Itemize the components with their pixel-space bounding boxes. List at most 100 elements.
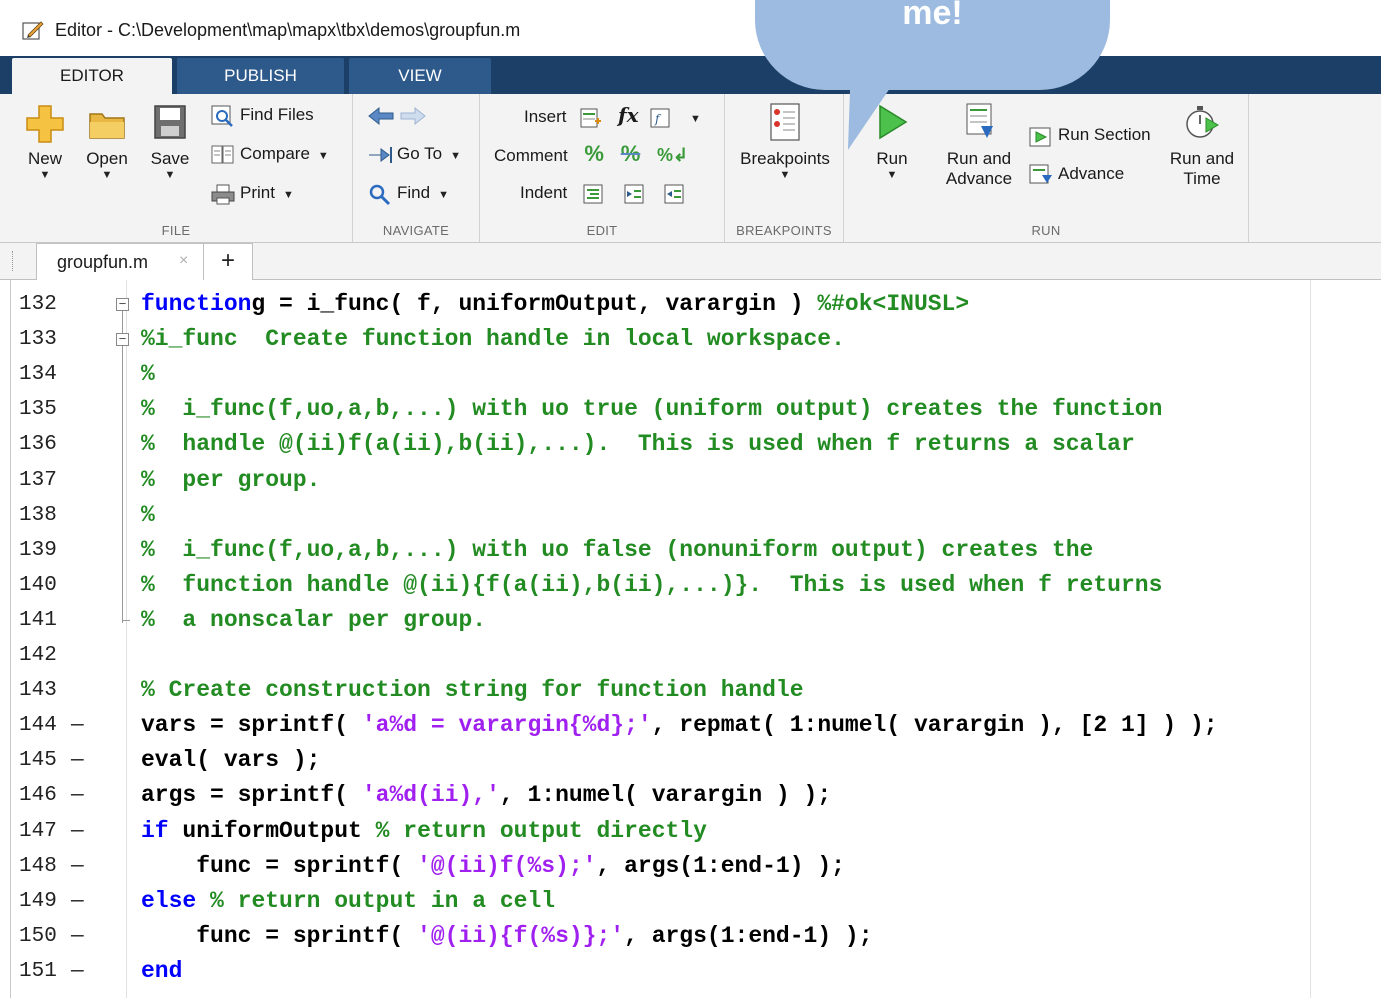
code-line[interactable]: 139 % i_func(f,uo,a,b,...) with uo false … — [0, 535, 1381, 570]
line-number: 139 — [19, 538, 57, 562]
chevron-down-icon: ▼ — [282, 189, 294, 201]
code-text: % a nonscalar per group. — [141, 607, 486, 633]
chevron-down-icon: ▼ — [317, 150, 329, 162]
run-group: Run ▼ Run and Advance Run Section Advanc… — [844, 94, 1249, 242]
keyword: if — [141, 817, 169, 844]
fold-end-marker — [122, 619, 130, 621]
open-button[interactable]: Open ▼ — [82, 100, 132, 181]
file-group-label: FILE — [161, 223, 191, 238]
code-token: , args(1:end-1) ); — [624, 922, 873, 949]
wrap-comments-icon: %↲ — [657, 145, 689, 165]
printer-icon — [211, 184, 235, 205]
run-and-time-button[interactable]: Run and Time — [1162, 100, 1242, 189]
breakpoint-marker[interactable]: — — [71, 890, 84, 913]
navigate-group: Go To ▼ Find ▼ NAVIGATE — [353, 94, 480, 242]
comment: % handle @(ii)f(a(ii),b(ii),...). This i… — [141, 431, 1135, 458]
file-tab-label: groupfun.m — [57, 252, 149, 272]
back-forward-buttons[interactable] — [367, 100, 431, 130]
go-to-button[interactable]: Go To ▼ — [367, 139, 461, 169]
breakpoint-marker[interactable]: — — [71, 855, 84, 878]
code-line[interactable]: 148 — func = sprintf( '@(ii)f(%s);', args… — [0, 851, 1381, 886]
code-editor[interactable]: 132− functiong = i_func( f, uniformOutput… — [0, 280, 1381, 998]
code-token: , 1:numel( varargin ) ); — [499, 782, 832, 809]
tab-editor[interactable]: EDITOR — [12, 58, 172, 94]
code-line[interactable]: 142 — [0, 640, 1381, 675]
code-line[interactable]: 144 — vars = sprintf( 'a%d = varargin{%d};… — [0, 710, 1381, 745]
breakpoint-marker[interactable]: — — [71, 749, 84, 772]
breakpoints-button[interactable]: Breakpoints ▼ — [733, 100, 837, 181]
code-line[interactable]: 138% — [0, 500, 1381, 535]
run-group-label: RUN — [1031, 223, 1061, 238]
breakpoint-marker[interactable]: — — [71, 820, 84, 843]
new-tab-button[interactable]: + — [203, 243, 253, 280]
code-line[interactable]: 143 % Create construction string for func… — [0, 675, 1381, 710]
code-line[interactable]: 145 — eval( vars ); — [0, 745, 1381, 780]
chevron-down-icon: ▼ — [450, 150, 461, 162]
find-files-button[interactable]: Find Files — [210, 100, 314, 130]
save-button[interactable]: Save ▼ — [145, 100, 195, 181]
comment: % return output directly — [375, 817, 707, 844]
breakpoint-marker[interactable]: — — [71, 925, 84, 948]
line-number: 133 — [19, 328, 57, 352]
code-text: % Create construction string for functio… — [141, 677, 804, 703]
line-number: 148 — [19, 854, 57, 878]
code-line[interactable]: 150 — func = sprintf( '@(ii){f(%s)};', ar… — [0, 921, 1381, 956]
run-and-advance-button[interactable]: Run and Advance — [940, 100, 1018, 189]
comment: %i_func Create function handle in local … — [141, 326, 845, 353]
edit-group: Insert fx f ▼ Comment % % %↲ Indent EDIT — [480, 94, 725, 242]
callout-text: me! — [902, 0, 963, 32]
file-tab-groupfun[interactable]: groupfun.m × — [36, 243, 204, 280]
code-line[interactable]: 141 % a nonscalar per group. — [0, 605, 1381, 640]
code-line[interactable]: 140 % function handle @(ii){f(a(ii),b(ii)… — [0, 570, 1381, 605]
code-line[interactable]: 151 — end — [0, 956, 1381, 991]
comment: % a nonscalar per group. — [141, 606, 487, 633]
line-number: 140 — [19, 573, 57, 597]
breakpoint-marker[interactable]: — — [71, 714, 84, 737]
fold-toggle-icon[interactable]: − — [116, 298, 129, 311]
code-line[interactable]: 136 % handle @(ii)f(a(ii),b(ii),...). Thi… — [0, 429, 1381, 464]
print-button[interactable]: Print ▼ — [210, 178, 294, 208]
code-line[interactable]: 132 − functiong = i_func( f, uniformOutput… — [0, 289, 1381, 324]
breakpoint-marker[interactable]: — — [71, 784, 84, 807]
code-line[interactable]: 137 % per group. — [0, 465, 1381, 500]
insert-section-icon — [580, 108, 602, 128]
close-icon[interactable]: × — [179, 252, 188, 270]
code-line[interactable]: 134% — [0, 359, 1381, 394]
code-line[interactable]: 133 − %i_func Create function handle in lo… — [0, 324, 1381, 359]
chevron-down-icon: ▼ — [690, 113, 701, 125]
string-literal: '@(ii)f(%s);' — [417, 852, 597, 879]
code-text: % handle @(ii)f(a(ii),b(ii),...). This i… — [141, 431, 1135, 457]
advance-icon — [1029, 164, 1052, 184]
back-forward-arrows-icon — [368, 106, 426, 125]
code-text: % per group. — [141, 467, 320, 493]
string-literal: '@(ii){f(%s)};' — [417, 922, 625, 949]
code-text: if uniformOutput % return output directl… — [141, 818, 707, 844]
chevron-down-icon: ▼ — [39, 169, 51, 181]
code-line[interactable]: 147 — if uniformOutput % return output dir… — [0, 816, 1381, 851]
tab-publish[interactable]: PUBLISH — [177, 58, 344, 94]
drag-handle[interactable] — [12, 251, 16, 271]
run-section-button[interactable]: Run Section — [1028, 120, 1151, 150]
code-line[interactable]: 135 % i_func(f,uo,a,b,...) with uo true (… — [0, 394, 1381, 429]
breakpoint-marker[interactable]: — — [71, 960, 84, 983]
new-button[interactable]: New ▼ — [20, 100, 70, 181]
comment: % per group. — [141, 466, 321, 493]
code-line[interactable]: 149 — else % return output in a cell — [0, 886, 1381, 921]
code-text: args = sprintf( 'a%d(ii),', 1:numel( var… — [141, 782, 831, 808]
code-line[interactable]: 146 — args = sprintf( 'a%d(ii),', 1:numel(… — [0, 780, 1381, 815]
chevron-down-icon: ▼ — [886, 169, 898, 181]
chevron-down-icon: ▼ — [101, 169, 113, 181]
line-number: 151 — [19, 959, 57, 983]
find-button[interactable]: Find ▼ — [367, 178, 449, 208]
breakpoints-icon — [770, 103, 800, 141]
string-literal: 'a%d(ii),' — [361, 782, 500, 809]
code-text: % function handle @(ii){f(a(ii),b(ii),..… — [141, 572, 1162, 598]
comment-button[interactable]: Comment % % %↲ — [494, 139, 688, 169]
compare-button[interactable]: Compare ▼ — [210, 139, 329, 169]
insert-button[interactable]: Insert fx f ▼ — [524, 100, 701, 130]
advance-button[interactable]: Advance — [1028, 159, 1124, 189]
tab-view[interactable]: VIEW — [349, 58, 491, 94]
insert-function-fx-icon[interactable]: fx — [618, 103, 639, 127]
fold-toggle-icon[interactable]: − — [116, 333, 129, 347]
indent-button[interactable]: Indent — [520, 178, 691, 208]
